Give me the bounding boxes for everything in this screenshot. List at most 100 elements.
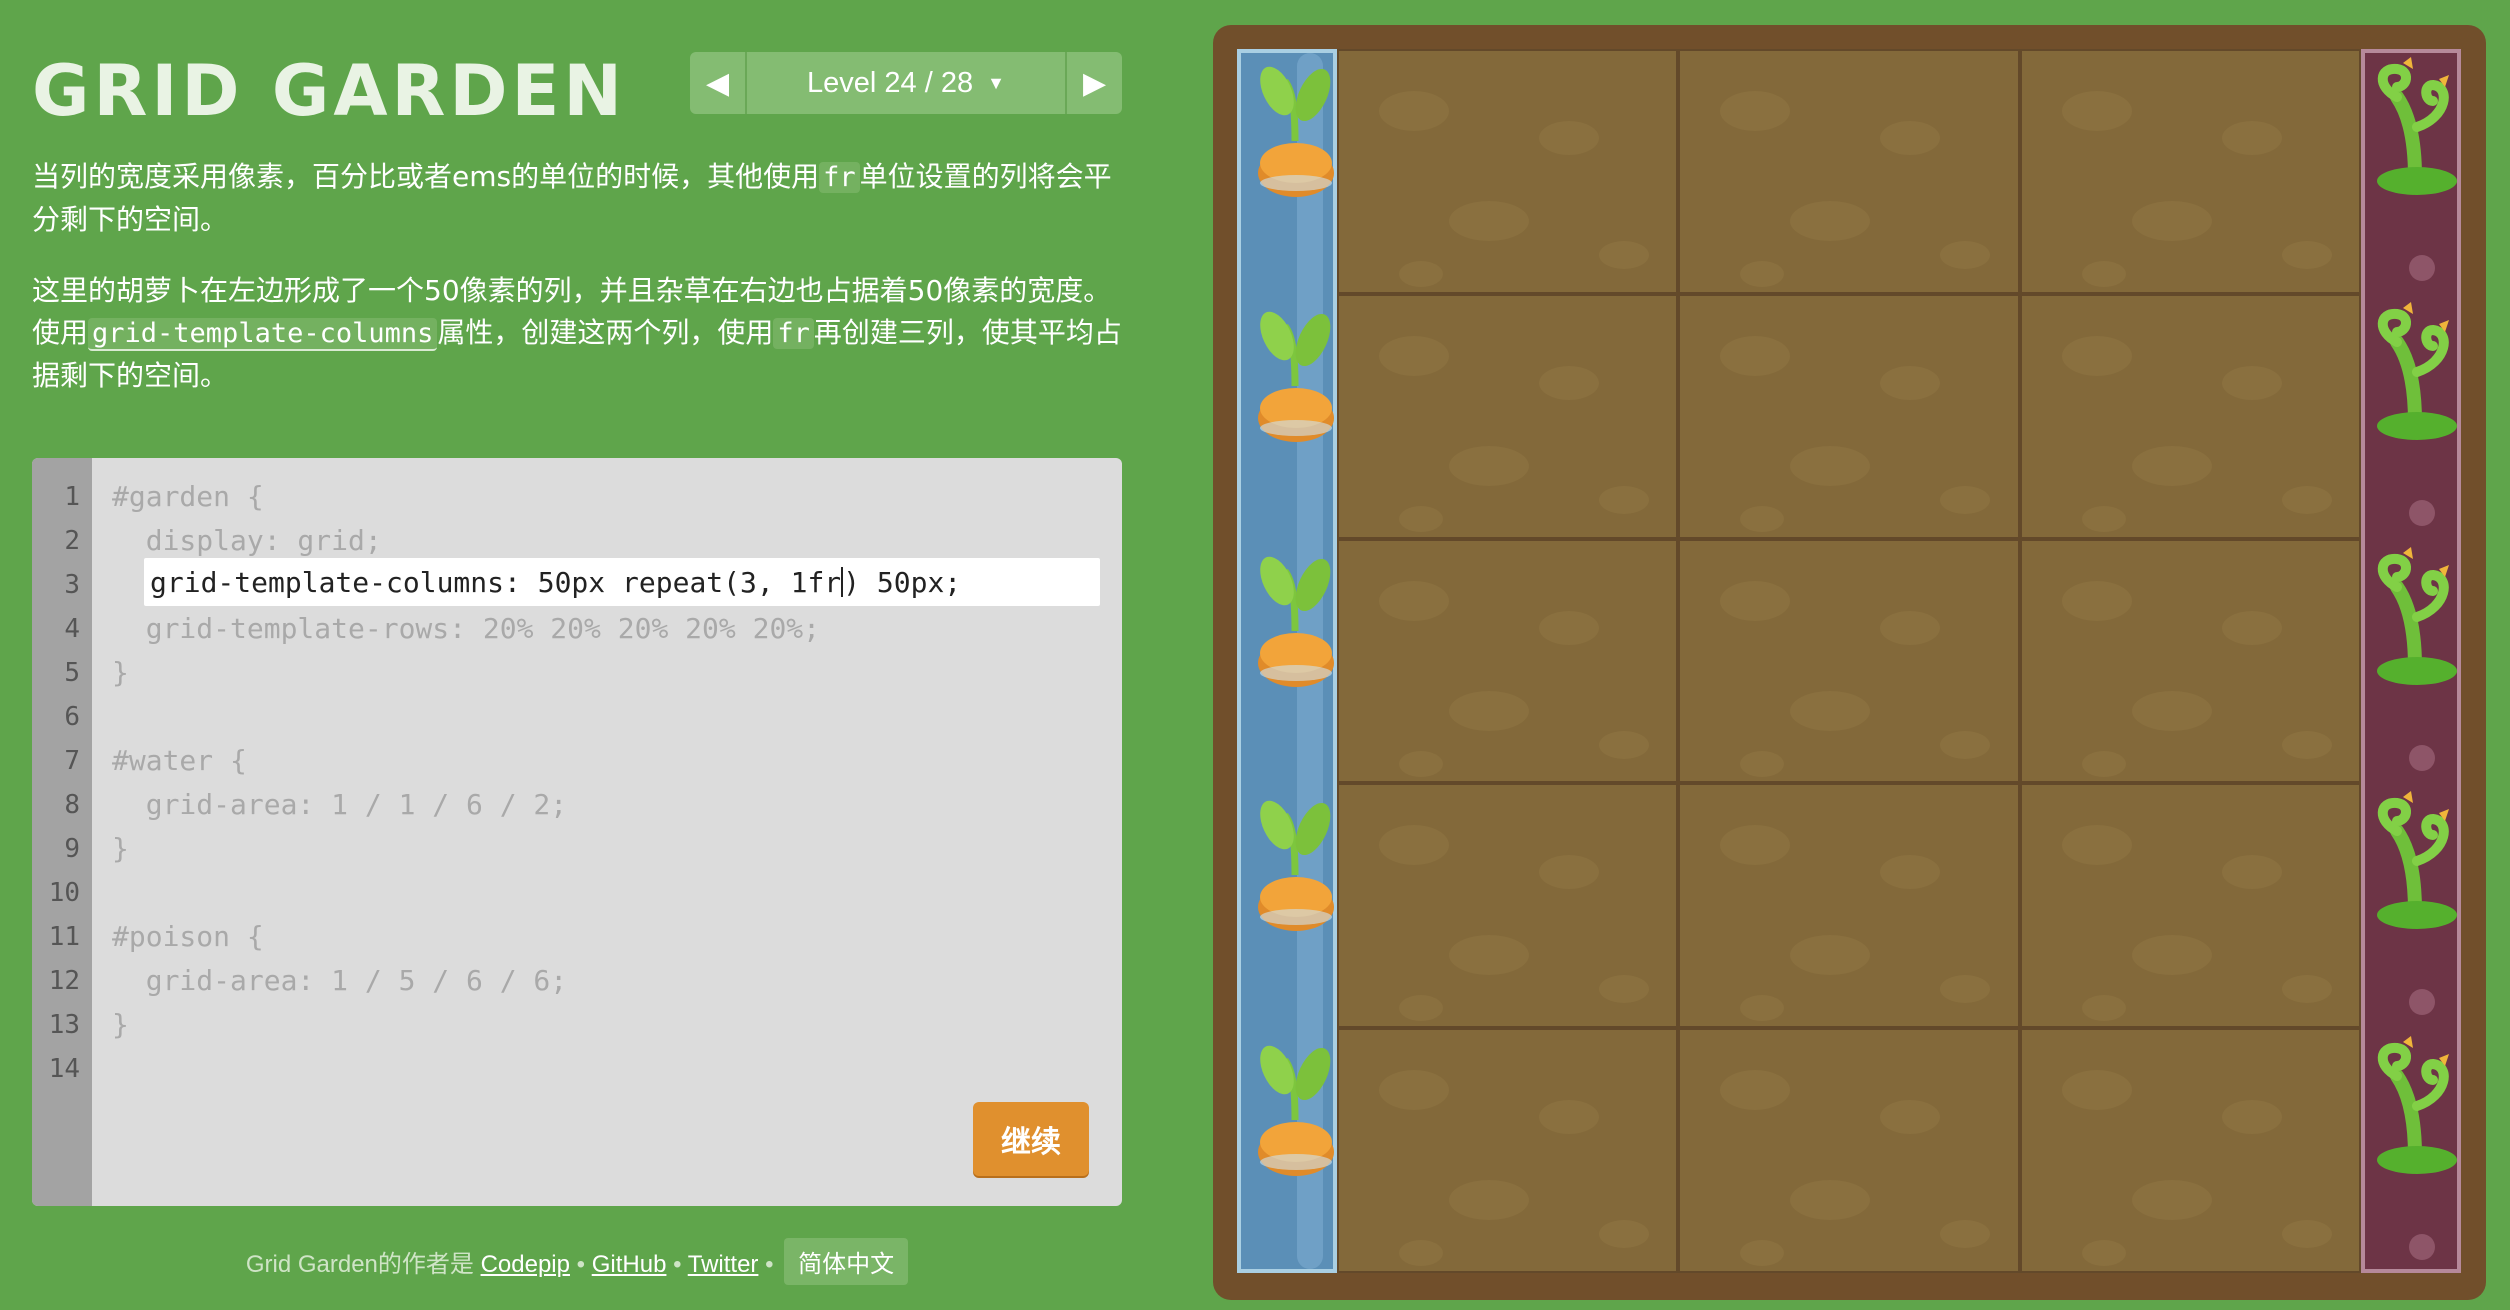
line-number: 3 — [64, 570, 80, 600]
soil-cell — [2019, 1028, 2361, 1273]
poison-dot — [2409, 499, 2435, 526]
soil-cell — [2019, 49, 2361, 294]
soil-cell — [1337, 293, 1679, 539]
soil-spot — [1599, 1220, 1649, 1249]
soil-spot — [1880, 121, 1941, 155]
line-number: 14 — [48, 1054, 80, 1084]
soil-spot — [1539, 610, 1599, 645]
soil-spot — [1399, 750, 1443, 777]
line-number: 13 — [48, 1010, 80, 1040]
soil-spot — [1880, 1100, 1941, 1135]
carrot-icon — [1258, 556, 1334, 687]
soil-spot — [1940, 730, 1991, 759]
code-line: grid-area: 1 / 5 / 6 / 6; — [112, 964, 568, 997]
soil-spot — [2061, 825, 2132, 866]
soil-spot — [1379, 1070, 1449, 1111]
soil-spot — [1379, 91, 1449, 131]
carrot-icon — [1258, 311, 1334, 442]
soil-spot — [2061, 1070, 2132, 1111]
line-number: 10 — [48, 878, 80, 908]
code-token-fr: fr — [819, 162, 860, 193]
soil-spot — [1880, 365, 1941, 400]
soil-spot — [2081, 505, 2126, 532]
soil-cell — [2019, 783, 2361, 1029]
soil-spot — [2131, 201, 2212, 241]
app-title: GRID GARDEN — [32, 50, 626, 132]
garden-board — [1213, 25, 2486, 1300]
soil-spot — [1940, 975, 1991, 1004]
twitter-link[interactable]: Twitter — [688, 1251, 759, 1278]
soil-cell — [1337, 1028, 1679, 1273]
github-link[interactable]: GitHub — [592, 1251, 667, 1278]
separator: • — [765, 1251, 774, 1278]
soil-spot — [1790, 690, 1871, 731]
soil-spot — [1940, 241, 1991, 269]
soil-spot — [1539, 1100, 1599, 1135]
line-number-gutter: 1 2 3 4 5 6 7 8 9 10 11 12 13 14 — [32, 458, 92, 1206]
line-number: 9 — [64, 834, 80, 864]
instructions-paragraph-1: 当列的宽度采用像素，百分比或者ems的单位的时候，其他使用 fr 单位设置的列将会平… — [32, 156, 1132, 241]
level-navigation: ◀ Level 24 / 28 ▼ ▶ — [690, 52, 1122, 114]
soil-spot — [2221, 855, 2282, 890]
soil-spot — [1740, 1240, 1785, 1267]
code-line: } — [112, 832, 129, 865]
language-selector[interactable]: 简体中文 — [784, 1238, 909, 1285]
soil-spot — [1740, 261, 1785, 287]
soil-spot — [1880, 610, 1941, 645]
code-line: } — [112, 1008, 129, 1041]
soil-spot — [1790, 1180, 1871, 1221]
soil-spot — [2061, 91, 2132, 131]
next-level-button[interactable]: ▶ — [1065, 52, 1122, 114]
soil-spot — [2221, 121, 2282, 155]
poison-dot — [2409, 989, 2435, 1016]
code-line: } — [112, 656, 129, 689]
line-number: 2 — [64, 526, 80, 556]
line-number: 4 — [64, 614, 80, 644]
soil-spot — [1790, 445, 1871, 486]
soil-spot — [1399, 1240, 1443, 1267]
line-number: 12 — [48, 966, 80, 996]
soil-spot — [1379, 580, 1449, 621]
soil-spot — [1449, 935, 1529, 976]
soil-spot — [2061, 580, 2132, 621]
input-text-before-caret: grid-template-columns: 50px repeat(3, 1f… — [150, 565, 842, 599]
soil-cell — [1678, 783, 2020, 1029]
soil-cell — [1678, 1028, 2020, 1273]
poison-column — [2361, 49, 2461, 1273]
soil-spot — [2081, 1240, 2126, 1267]
level-label: Level 24 / 28 — [807, 66, 974, 99]
css-editor: 1 2 3 4 5 6 7 8 9 10 11 12 13 14 #garden… — [32, 458, 1122, 1206]
next-button[interactable]: 继续 — [973, 1102, 1089, 1176]
level-selector[interactable]: Level 24 / 28 ▼ — [747, 52, 1065, 114]
soil-spot — [1399, 995, 1443, 1022]
weed-icon — [2377, 546, 2457, 685]
css-input[interactable]: grid-template-columns: 50px repeat(3, 1f… — [144, 558, 1100, 606]
code-token-fr: fr — [773, 318, 814, 349]
footer: Grid Garden的作者是 Codepip • GitHub • Twitt… — [0, 1238, 1154, 1285]
weed-icon — [2377, 301, 2457, 440]
soil-spot — [1449, 690, 1529, 731]
soil-spot — [1599, 975, 1649, 1004]
soil-spot — [1599, 241, 1649, 269]
credits-text: Grid Garden的作者是 — [245, 1251, 474, 1278]
previous-level-button[interactable]: ◀ — [690, 52, 747, 114]
soil-spot — [1740, 505, 1785, 532]
soil-cell — [1337, 538, 1679, 784]
soil-spot — [1790, 935, 1871, 976]
carrot-icon — [1258, 66, 1334, 197]
soil-cell — [1337, 49, 1679, 294]
caret-down-icon: ▼ — [987, 72, 1005, 93]
soil-spot — [2061, 335, 2132, 376]
soil-spot — [1880, 855, 1941, 890]
codepip-link[interactable]: Codepip — [481, 1251, 570, 1278]
soil-spot — [2221, 1100, 2282, 1135]
soil-spot — [2131, 445, 2212, 486]
property-help-link[interactable]: grid-template-columns — [88, 318, 438, 351]
weed-icon — [2377, 1036, 2457, 1175]
soil-spot — [1720, 1070, 1791, 1111]
soil-spot — [1940, 485, 1991, 514]
soil-spot — [1599, 730, 1649, 759]
soil-spot — [2131, 935, 2212, 976]
soil-spot — [1790, 201, 1871, 241]
code-line: grid-template-rows: 20% 20% 20% 20% 20%; — [112, 612, 821, 645]
